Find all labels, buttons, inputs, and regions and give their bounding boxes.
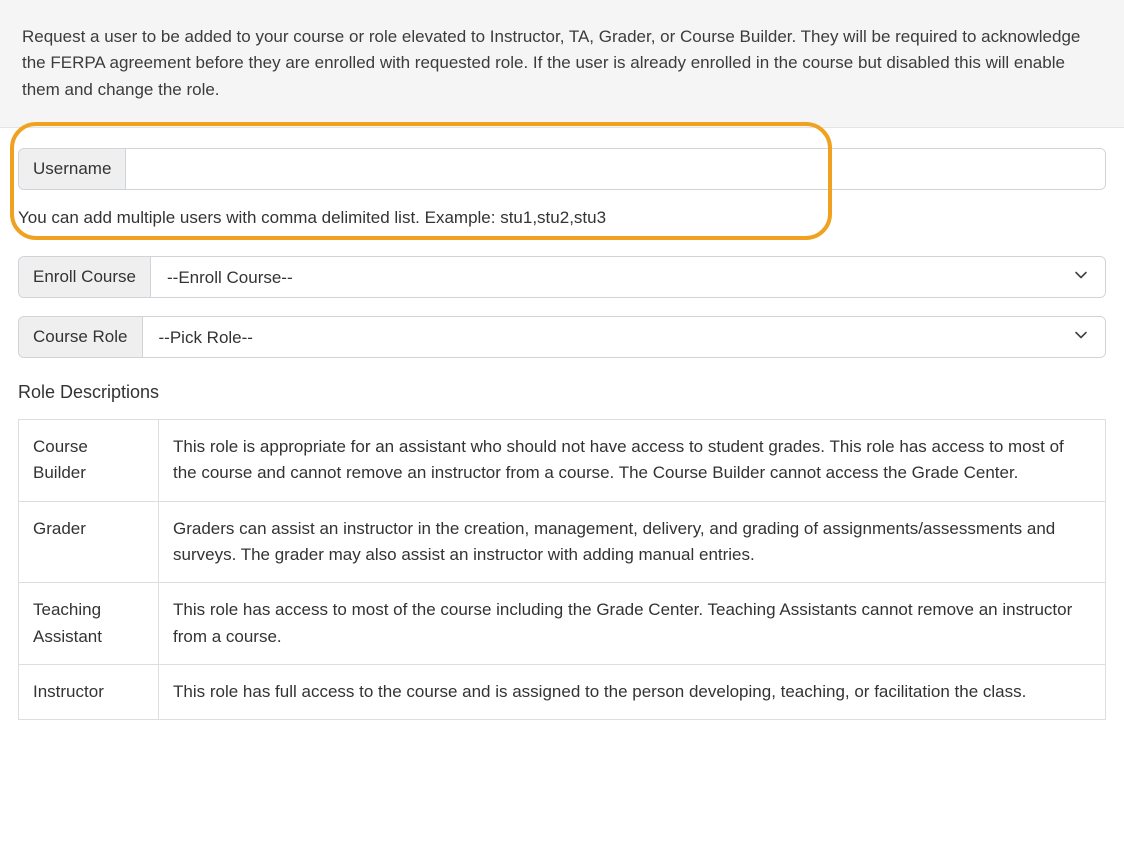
enroll-course-select[interactable]: --Enroll Course-- [151, 257, 1105, 297]
table-row: Instructor This role has full access to … [19, 665, 1106, 720]
role-desc-cell: This role has full access to the course … [159, 665, 1106, 720]
role-descriptions-table: Course Builder This role is appropriate … [18, 419, 1106, 720]
role-desc-cell: Graders can assist an instructor in the … [159, 501, 1106, 583]
role-descriptions-heading: Role Descriptions [18, 382, 1106, 403]
course-role-label: Course Role [19, 317, 143, 357]
form-area: Username You can add multiple users with… [0, 128, 1124, 720]
table-row: Course Builder This role is appropriate … [19, 420, 1106, 502]
role-desc-cell: This role has access to most of the cour… [159, 583, 1106, 665]
username-block: Username You can add multiple users with… [18, 128, 1106, 228]
username-help-text: You can add multiple users with comma de… [18, 208, 1106, 228]
role-name-cell: Course Builder [19, 420, 159, 502]
course-role-select[interactable]: --Pick Role-- [143, 317, 1106, 357]
course-role-field-row: Course Role --Pick Role-- [18, 316, 1106, 358]
table-row: Teaching Assistant This role has access … [19, 583, 1106, 665]
intro-description: Request a user to be added to your cours… [0, 0, 1124, 128]
enroll-course-label: Enroll Course [19, 257, 151, 297]
enroll-course-field-row: Enroll Course --Enroll Course-- [18, 256, 1106, 298]
table-row: Grader Graders can assist an instructor … [19, 501, 1106, 583]
username-field-row: Username [18, 148, 1106, 190]
role-name-cell: Grader [19, 501, 159, 583]
role-name-cell: Instructor [19, 665, 159, 720]
role-desc-cell: This role is appropriate for an assistan… [159, 420, 1106, 502]
role-name-cell: Teaching Assistant [19, 583, 159, 665]
username-label: Username [19, 149, 126, 189]
username-input[interactable] [126, 149, 1105, 189]
